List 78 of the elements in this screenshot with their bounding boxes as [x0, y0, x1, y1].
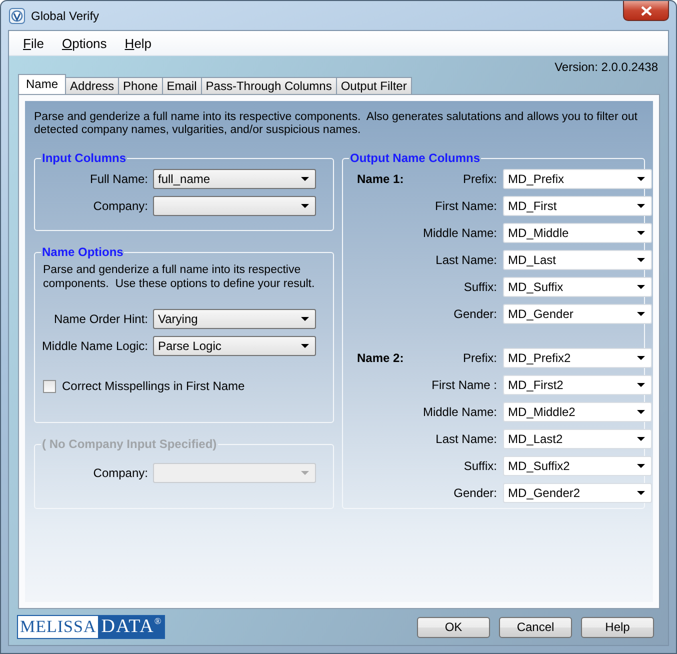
field-label: Full Name:: [88, 172, 148, 186]
field-label: Last Name:: [434, 432, 497, 446]
field-label: Prefix:: [462, 172, 497, 186]
caret-icon: [637, 176, 645, 180]
field-label: Company:: [92, 466, 148, 480]
dropdown[interactable]: MD_Prefix2: [503, 348, 652, 368]
tab[interactable]: Pass-Through Columns: [200, 77, 337, 94]
caret-icon: [637, 356, 645, 360]
group-title: Output Name Columns: [349, 151, 482, 165]
dialog-button[interactable]: Cancel: [499, 616, 572, 638]
caret-icon: [637, 284, 645, 288]
caret-icon: [637, 464, 645, 468]
tab[interactable]: Email: [162, 77, 202, 94]
field-label: Gender:: [452, 486, 497, 500]
app-icon: [9, 8, 25, 24]
group-title: Name Options: [41, 245, 124, 259]
dialog-button[interactable]: OK: [417, 616, 490, 638]
field-label: Gender:: [452, 306, 497, 320]
dropdown[interactable]: full_name: [153, 168, 316, 188]
tab[interactable]: Phone: [118, 77, 163, 94]
field-label: Prefix:: [462, 350, 497, 364]
set-heading: Name 2:: [356, 350, 405, 364]
field-label: Name Order Hint:: [52, 312, 148, 326]
dropdown[interactable]: MD_Middle2: [503, 402, 652, 422]
dropdown[interactable]: MD_Suffix: [503, 276, 652, 296]
caret-icon: [637, 436, 645, 440]
dropdown[interactable]: MD_Last2: [503, 428, 652, 448]
menu-item[interactable]: Options: [54, 34, 115, 52]
dropdown[interactable]: Varying: [153, 308, 316, 328]
group-title: ( No Company Input Specified): [41, 437, 218, 451]
tab[interactable]: Name: [18, 74, 66, 94]
caret-icon: [637, 490, 645, 494]
caret-icon: [301, 204, 309, 208]
caret-icon: [301, 316, 309, 320]
field-label: First Name :: [430, 378, 497, 392]
dropdown[interactable]: MD_First2: [503, 374, 652, 394]
field-label: Middle Name:: [422, 404, 497, 418]
caret-icon: [637, 312, 645, 316]
field-label: Suffix:: [462, 458, 497, 472]
close-button[interactable]: [623, 1, 669, 21]
company-logo: MELISSA DATA®: [17, 615, 166, 639]
dropdown[interactable]: MD_First: [503, 196, 652, 216]
menu-item[interactable]: Help: [116, 34, 160, 52]
close-icon: [640, 6, 652, 16]
dropdown[interactable]: MD_Gender: [503, 304, 652, 324]
dropdown[interactable]: MD_Middle: [503, 222, 652, 242]
group-title: Input Columns: [41, 151, 127, 165]
caret-icon: [637, 258, 645, 262]
caret-icon: [301, 470, 309, 474]
field-label: Middle Name Logic:: [40, 338, 148, 352]
window-title: Global Verify: [31, 9, 100, 23]
dropdown[interactable]: MD_Gender2: [503, 482, 652, 502]
dropdown[interactable]: MD_Suffix2: [503, 456, 652, 476]
group-description: Parse and genderize a full name into its respective components. Use these options to define your result.: [43, 263, 316, 291]
caret-icon: [637, 382, 645, 386]
caret-icon: [301, 344, 309, 348]
dropdown[interactable]: [153, 196, 316, 216]
field-label: Suffix:: [462, 280, 497, 294]
checkbox-label: Correct Misspellings in First Name: [62, 379, 245, 393]
caret-icon: [637, 230, 645, 234]
version-label: Version: 2.0.0.2438: [554, 60, 658, 74]
field-label: Last Name:: [434, 252, 497, 266]
field-label: First Name:: [434, 198, 497, 212]
set-heading: Name 1:: [356, 172, 405, 186]
menu-item[interactable]: File: [15, 34, 52, 52]
dropdown[interactable]: Parse Logic: [153, 336, 316, 356]
field-label: Middle Name:: [422, 226, 497, 240]
checkbox[interactable]: [43, 380, 56, 392]
caret-icon: [637, 204, 645, 208]
tab[interactable]: Output Filter: [336, 77, 412, 94]
dropdown[interactable]: MD_Last: [503, 250, 652, 270]
dialog-button[interactable]: Help: [581, 616, 654, 638]
caret-icon: [637, 410, 645, 414]
dropdown[interactable]: MD_Prefix: [503, 168, 652, 188]
description-text: Parse and genderize a full name into its respective components. Also generates salutations and allows you to filter out detected company names, vulgarities, and/or suspicious names.: [34, 111, 638, 138]
tab[interactable]: Address: [65, 77, 120, 94]
field-label: Company:: [92, 198, 148, 212]
caret-icon: [301, 176, 309, 180]
